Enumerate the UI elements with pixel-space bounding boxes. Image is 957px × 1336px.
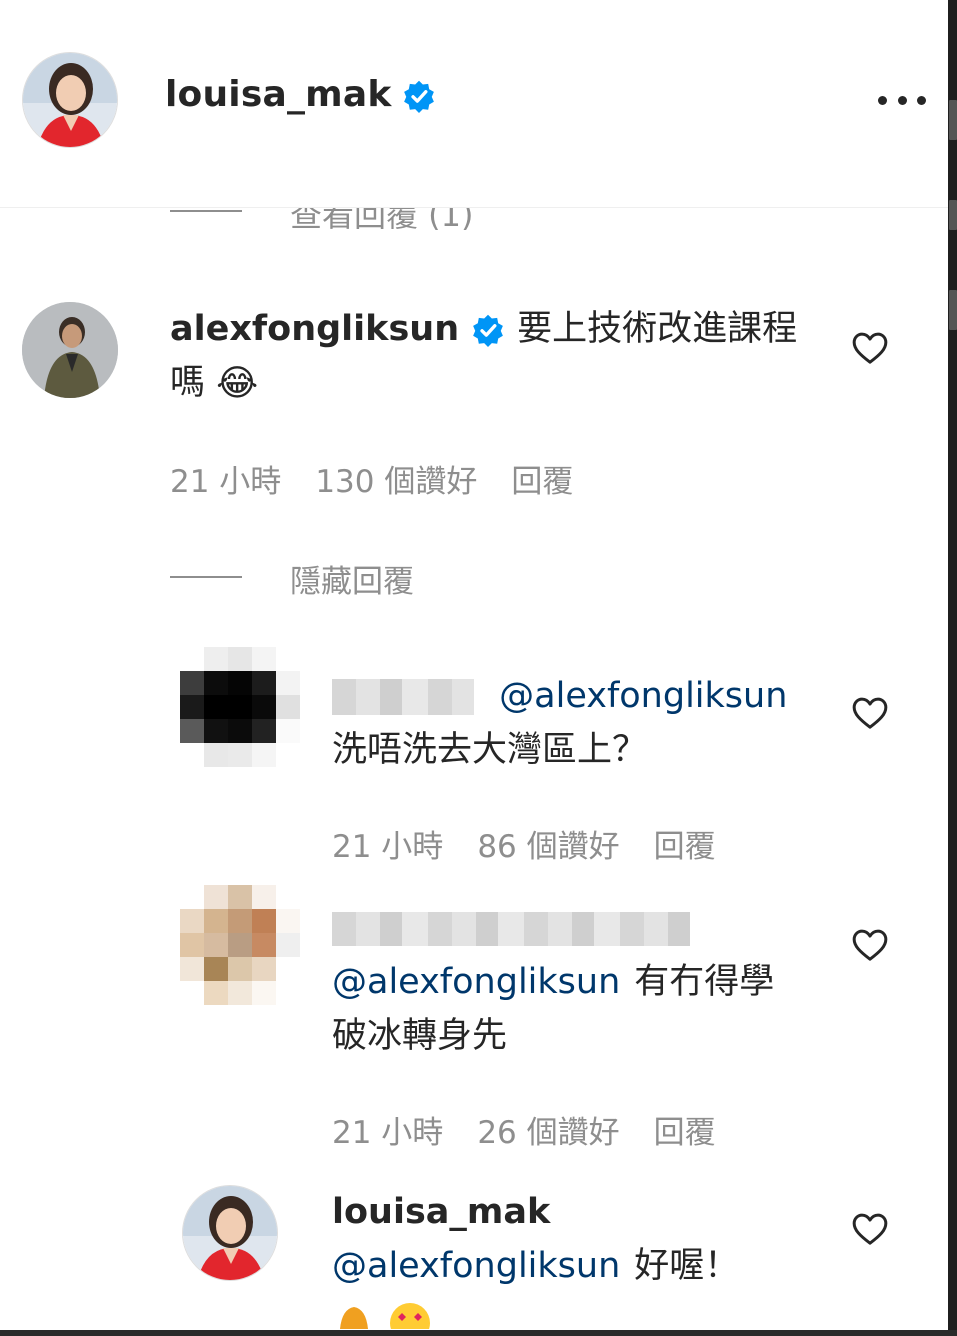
reply-meta: 21 小時 86 個讚好 回覆	[332, 821, 750, 866]
reply-time: 21 小時	[332, 1115, 444, 1151]
comment-text: alexfongliksun 要上技術改進課程嗎 😂	[170, 302, 810, 411]
heart-icon[interactable]	[850, 925, 890, 965]
heart-icon[interactable]	[850, 328, 890, 368]
blurred-username[interactable]	[332, 679, 474, 715]
window-edge	[948, 0, 957, 1336]
comment-likes[interactable]: 130 個讚好	[315, 464, 477, 500]
reply-text: louisa_mak @alexfongliksun 好喔！	[332, 1185, 792, 1293]
verified-badge-icon	[473, 314, 503, 347]
reply-username[interactable]: louisa_mak	[332, 1192, 550, 1232]
blurred-username[interactable]	[332, 912, 690, 946]
reply-mention[interactable]: @alexfongliksun	[332, 1246, 620, 1286]
toggle-line	[170, 576, 242, 578]
blurred-avatar[interactable]	[180, 647, 300, 767]
comment-alexfongliksun: alexfongliksun 要上技術改進課程嗎 😂 21 小時 130 個讚好回…	[0, 300, 948, 520]
joy-emoji: 😂	[216, 363, 259, 404]
toggle-line	[170, 210, 242, 212]
louisa-avatar[interactable]	[22, 52, 118, 148]
heart-icon[interactable]	[850, 693, 890, 733]
reply-1: @alexfongliksun 洗唔洗去大灣區上？ 21 小時 86 個讚好 回覆	[0, 645, 948, 875]
hide-replies-toggle[interactable]: 隱藏回覆	[170, 556, 570, 600]
header-username[interactable]: louisa_mak	[165, 74, 436, 115]
reply-body: 好喔！	[634, 1246, 740, 1286]
reply-meta: 21 小時 26 個讚好 回覆	[332, 1107, 750, 1152]
reply-time: 21 小時	[332, 829, 444, 865]
header-username-text[interactable]: louisa_mak	[165, 74, 392, 115]
reply-body: 洗唔洗去大灣區上？	[332, 730, 648, 770]
reply-button[interactable]: 回覆	[654, 829, 716, 865]
reply-likes[interactable]: 86 個讚好	[477, 829, 619, 865]
verified-badge-icon	[403, 80, 434, 113]
comments-panel: louisa_mak 查看回覆 (1) alexfongliksun 要上技術改…	[0, 0, 948, 1336]
blurred-avatar[interactable]	[180, 885, 300, 1005]
reply-button[interactable]: 回覆	[654, 1115, 716, 1151]
emoji-partial-icon	[340, 1303, 430, 1329]
more-options-icon[interactable]	[878, 90, 926, 110]
comment-time: 21 小時	[170, 464, 282, 500]
hide-replies-label[interactable]: 隱藏回覆	[290, 556, 414, 601]
louisa-avatar[interactable]	[182, 1185, 278, 1281]
heart-icon[interactable]	[850, 1209, 890, 1249]
reply-text: @alexfongliksun 洗唔洗去大灣區上？	[332, 669, 832, 777]
reply-mention[interactable]: @alexfongliksun	[499, 676, 787, 716]
reply-mention[interactable]: @alexfongliksun	[332, 962, 620, 1002]
reply-3: louisa_mak @alexfongliksun 好喔！	[0, 1185, 948, 1336]
post-header: louisa_mak	[0, 0, 948, 208]
alex-avatar[interactable]	[22, 302, 118, 398]
comment-username[interactable]: alexfongliksun	[170, 309, 459, 349]
reply-likes[interactable]: 26 個讚好	[477, 1115, 619, 1151]
comment-meta: 21 小時 130 個讚好 回覆	[170, 456, 607, 501]
window-bottom-edge	[0, 1330, 957, 1336]
reply-2: @alexfongliksun 有冇得學破冰轉身先 21 小時 26 個讚好 回覆	[0, 885, 948, 1155]
reply-button[interactable]: 回覆	[511, 464, 573, 500]
reply-text: @alexfongliksun 有冇得學破冰轉身先	[332, 901, 792, 1063]
